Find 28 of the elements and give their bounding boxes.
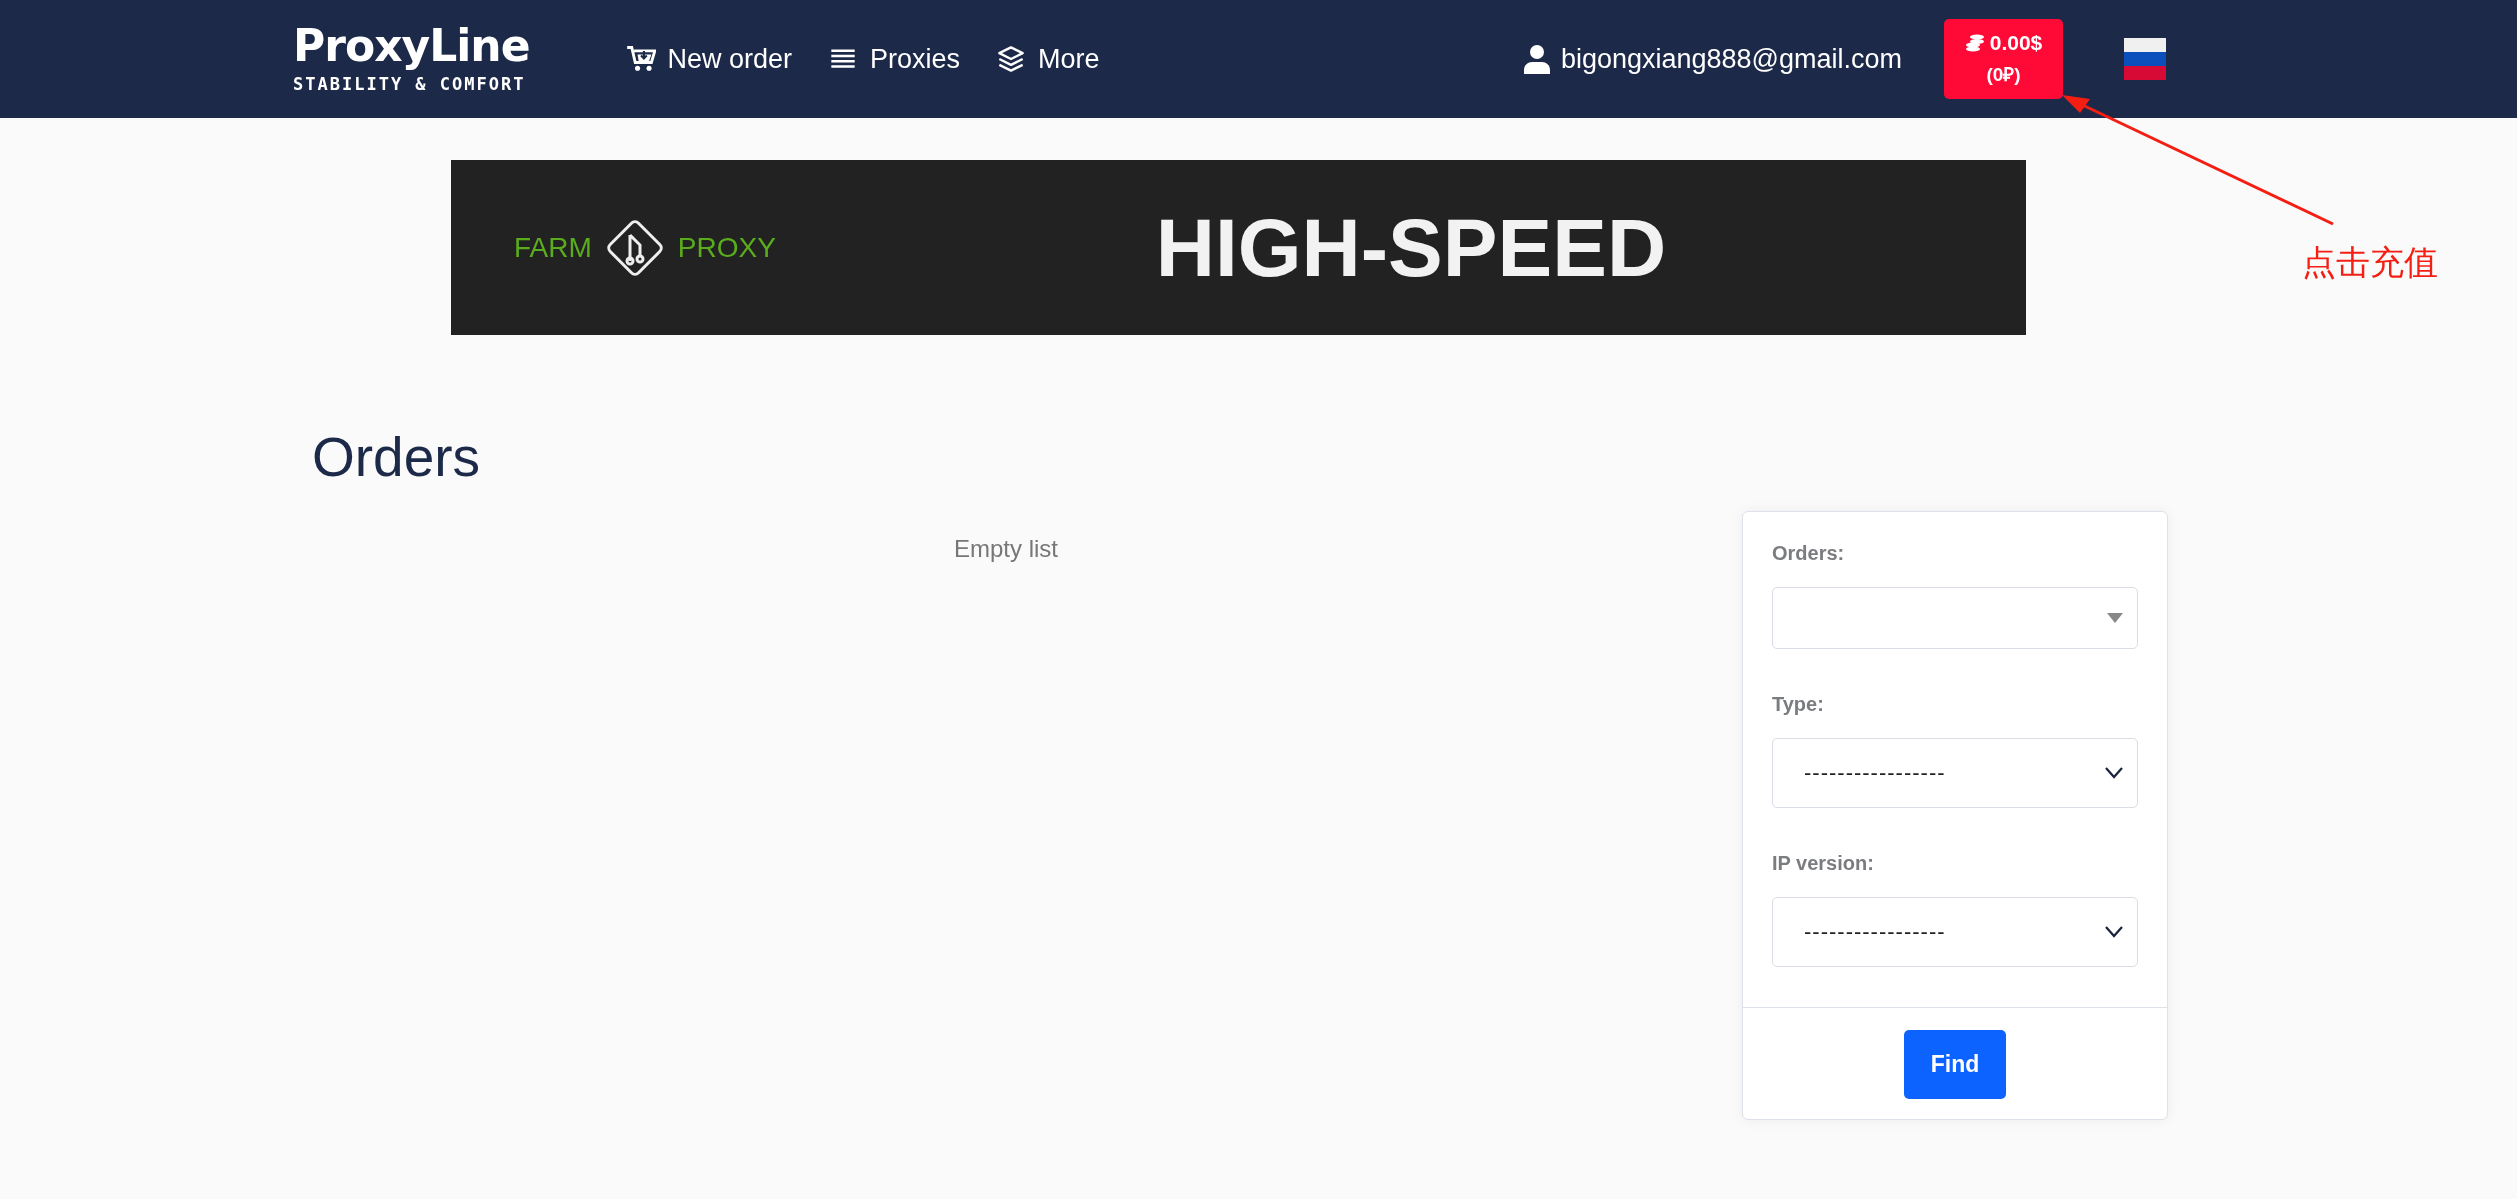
layers-icon [996,45,1027,73]
banner-headline: HIGH-SPEED [1155,200,1667,295]
cart-icon [625,45,656,73]
nav-link[interactable]: New order [625,43,793,75]
chevron-down-icon [2105,926,2123,938]
nav-link[interactable]: More [996,43,1100,75]
field-label: IP version: [1772,852,1875,875]
user-email[interactable]: bigongxiang888@gmail.com [1560,43,1902,75]
select-field[interactable]: ----------------- [1772,897,2138,967]
banner-brand: FARM [514,231,592,264]
coins-icon [1964,34,1985,52]
user-icon [1522,44,1551,74]
logo-tagline: STABILITY & COMFORT [293,74,527,94]
chevron-down-icon [2105,767,2123,779]
logo-name[interactable]: ProxyLine [293,24,530,68]
field-label: Orders: [1772,542,1846,565]
field-label: Type: [1772,693,1825,716]
select-field[interactable]: ----------------- [1772,738,2138,808]
banner-brand: PROXY [677,231,776,264]
empty-message: Empty list [954,535,1058,563]
ad-banner[interactable]: FARM PROXY HIGH-SPEED [451,160,2026,335]
page-title: Orders [312,425,482,489]
find-button[interactable]: Find [1904,1030,2006,1099]
annotation-text: 点击充值 [2302,241,2438,284]
dropdown-triangle-icon [2107,613,2123,623]
balance-button[interactable]: 0.00$ (0₽) [1944,19,2063,99]
nav-link[interactable]: Proxies [828,43,961,75]
flag-icon[interactable] [2124,38,2166,80]
